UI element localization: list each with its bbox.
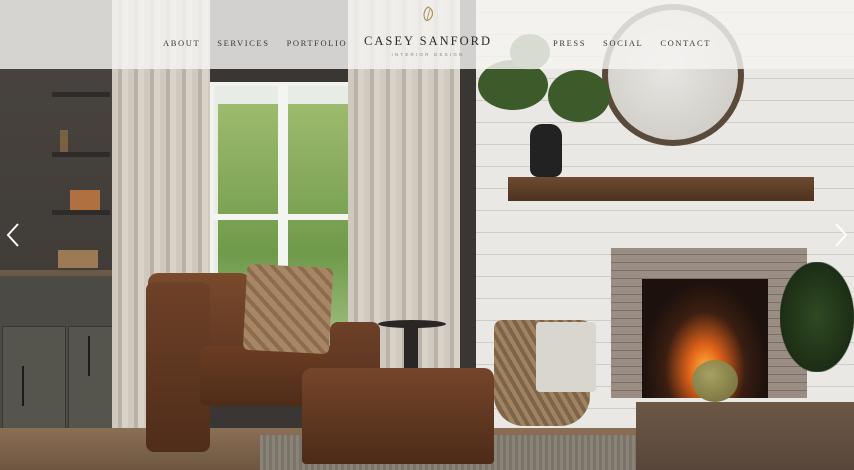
- nav-about[interactable]: ABOUT: [163, 38, 200, 48]
- nav-press[interactable]: PRESS: [553, 38, 586, 48]
- black-vase: [530, 124, 562, 177]
- throw-pillow: [242, 263, 334, 355]
- nav-services[interactable]: SERVICES: [217, 38, 269, 48]
- chevron-right-icon: [832, 223, 850, 252]
- carousel-next-button[interactable]: [832, 222, 850, 248]
- nav-social[interactable]: SOCIAL: [603, 38, 643, 48]
- ceramic-jar: [692, 360, 738, 402]
- leather-ottoman: [302, 368, 494, 464]
- throw-blanket: [536, 322, 596, 392]
- nav-contact[interactable]: CONTACT: [660, 38, 711, 48]
- nav-right: PRESS SOCIAL CONTACT: [553, 38, 711, 48]
- brand-tagline: INTERIOR DESIGN: [391, 52, 465, 57]
- nav-portfolio[interactable]: PORTFOLIO: [287, 38, 348, 48]
- hero-image: [0, 0, 854, 470]
- site-header: ABOUT SERVICES PORTFOLIO CASEY SANFORD I…: [0, 0, 854, 69]
- leaf-crest-icon: [421, 6, 435, 23]
- potted-plant: [780, 262, 854, 372]
- coffee-table: [636, 402, 854, 470]
- brand-name: CASEY SANFORD: [364, 34, 492, 48]
- nav-left: ABOUT SERVICES PORTFOLIO: [163, 38, 347, 48]
- wood-mantel: [508, 177, 814, 201]
- chevron-left-icon: [4, 223, 22, 252]
- site-logo[interactable]: CASEY SANFORD INTERIOR DESIGN: [364, 6, 492, 57]
- carousel-prev-button[interactable]: [4, 222, 22, 248]
